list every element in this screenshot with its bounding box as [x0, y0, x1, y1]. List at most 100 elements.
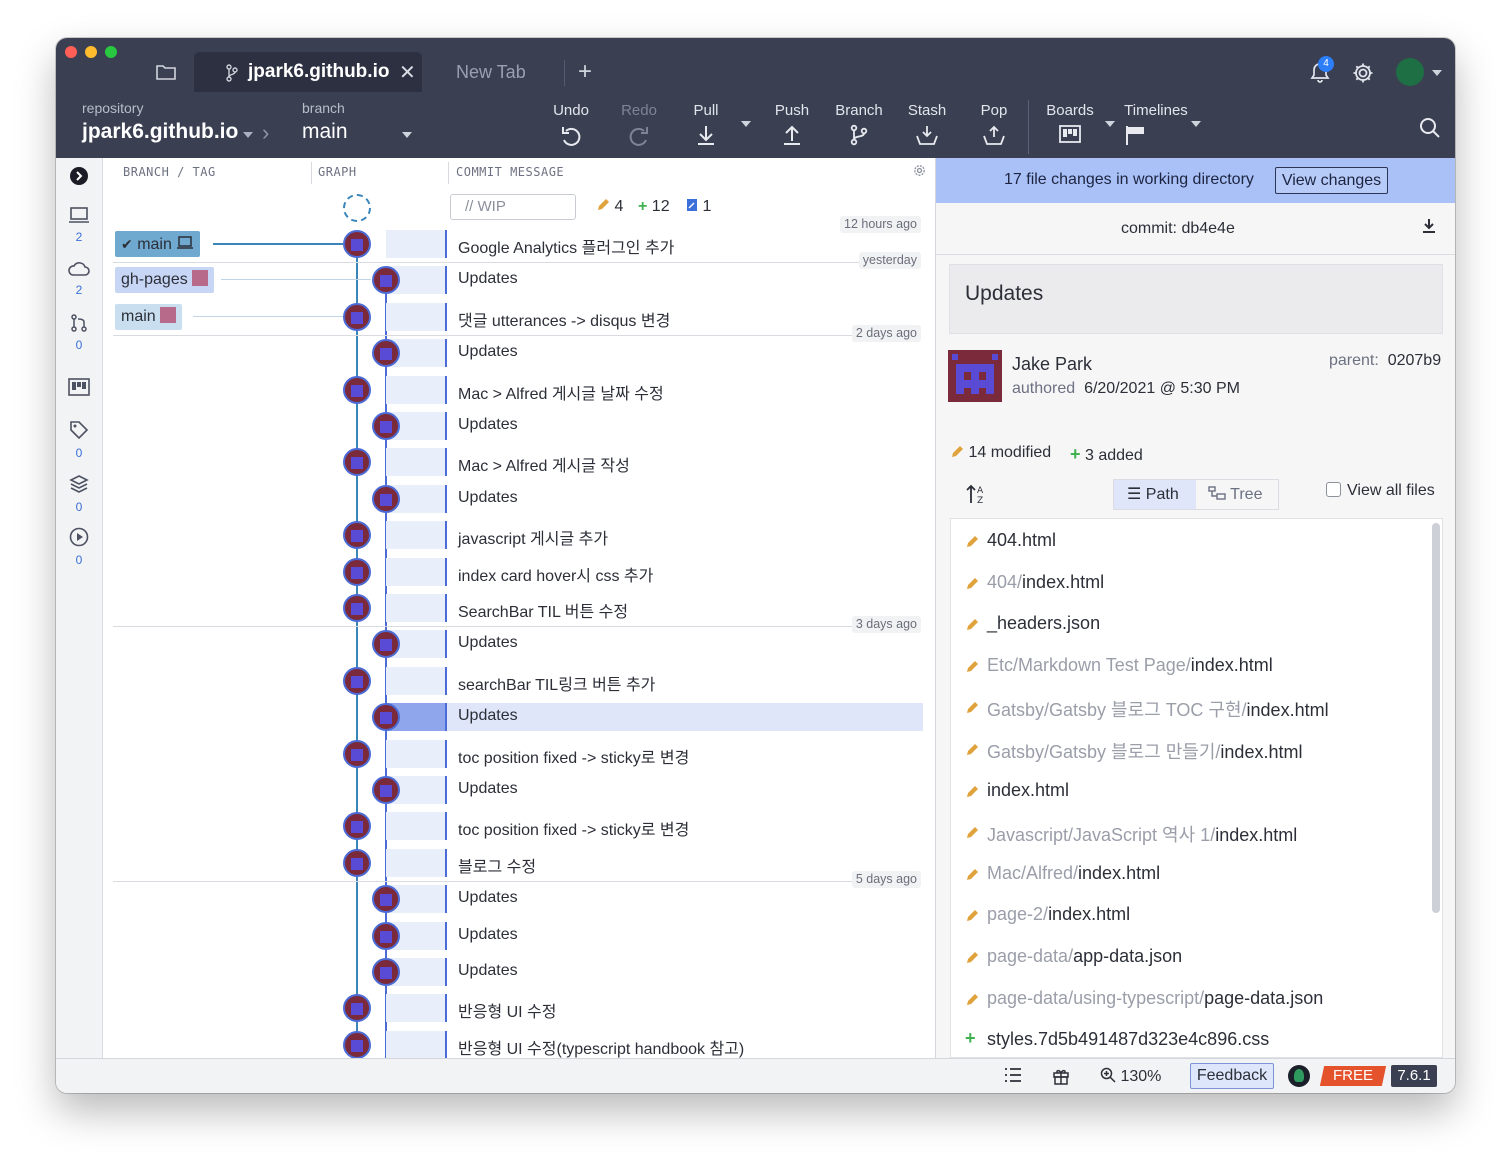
view-all-files-checkbox[interactable]: View all files: [1326, 482, 1435, 500]
commit-message[interactable]: Updates: [458, 962, 518, 980]
branch-selector[interactable]: main: [302, 120, 348, 144]
file-row[interactable]: 404/index.html: [951, 563, 1431, 605]
pull-button[interactable]: Pull: [678, 102, 734, 152]
commit-message[interactable]: index card hover시 css 추가: [458, 562, 653, 586]
commit-message[interactable]: Updates: [458, 270, 518, 288]
commit-node-avatar[interactable]: [343, 302, 371, 331]
branch-ref-main-local[interactable]: ✔ main: [115, 231, 201, 257]
commit-node-avatar[interactable]: [343, 994, 371, 1023]
commit-node-avatar[interactable]: [343, 594, 371, 622]
commit-message[interactable]: searchBar TIL링크 버튼 추가: [458, 671, 655, 695]
timelines-button[interactable]: Timelines: [1120, 102, 1192, 152]
branch-chevron-down-icon[interactable]: [402, 132, 412, 138]
column-header-commit-message[interactable]: COMMIT MESSAGE: [456, 158, 564, 186]
file-row[interactable]: Gatsby/Gatsby 블로그 TOC 구현/index.html: [951, 687, 1431, 729]
repository-selector[interactable]: jpark6.github.io: [82, 120, 238, 144]
path-view-button[interactable]: ☰ Path: [1114, 480, 1196, 509]
commit-message[interactable]: Updates: [458, 926, 518, 944]
commit-message[interactable]: Mac > Alfred 게시글 작성: [458, 452, 630, 476]
commit-message[interactable]: Google Analytics 플러그인 추가: [458, 234, 674, 258]
rail-actions[interactable]: 0: [56, 527, 102, 567]
redo-button[interactable]: Redo: [611, 102, 667, 152]
commit-message[interactable]: Updates: [458, 416, 518, 434]
tab-new[interactable]: New Tab: [456, 62, 526, 83]
commit-node-avatar[interactable]: [343, 739, 371, 768]
settings-gear-icon[interactable]: [1352, 62, 1374, 89]
rail-pull-requests[interactable]: 0: [56, 314, 102, 352]
boards-options-chevron-down-icon[interactable]: [1105, 121, 1115, 127]
zoom-window-button[interactable]: [105, 46, 117, 58]
commit-node-avatar[interactable]: [372, 921, 400, 950]
sort-az-icon[interactable]: AZ: [966, 483, 988, 510]
column-divider[interactable]: [311, 162, 312, 184]
commit-node-avatar[interactable]: [343, 848, 371, 877]
commit-node-avatar[interactable]: [372, 776, 400, 804]
rail-remotes[interactable]: 2: [56, 261, 102, 297]
file-row[interactable]: Etc/Markdown Test Page/index.html: [951, 646, 1431, 688]
branch-ref-main-remote[interactable]: main: [115, 303, 183, 330]
files-scrollbar[interactable]: [1432, 523, 1440, 913]
wip-node[interactable]: [343, 194, 371, 222]
file-row[interactable]: Javascript/JavaScript 역사 1/index.html: [951, 812, 1431, 854]
commit-message[interactable]: 블로그 수정: [458, 853, 536, 877]
file-row[interactable]: + styles.7d5b491487d323e4c896.css: [951, 1020, 1431, 1057]
profile-avatar[interactable]: [1396, 58, 1424, 86]
commit-message[interactable]: Updates: [458, 780, 518, 798]
branch-button[interactable]: Branch: [831, 102, 887, 152]
zoom-level[interactable]: 130%: [1100, 1067, 1161, 1086]
commit-node-avatar[interactable]: [372, 885, 400, 914]
commit-node-avatar[interactable]: [343, 557, 371, 586]
stash-button[interactable]: Stash: [899, 102, 955, 152]
commit-node-avatar[interactable]: [343, 1030, 371, 1058]
file-row[interactable]: 404.html: [951, 521, 1431, 563]
timelines-options-chevron-down-icon[interactable]: [1191, 121, 1201, 127]
close-tab-icon[interactable]: ✕: [399, 60, 416, 85]
file-row[interactable]: page-data/app-data.json: [951, 937, 1431, 979]
commit-message[interactable]: Mac > Alfred 게시글 날짜 수정: [458, 380, 664, 404]
file-row[interactable]: _headers.json: [951, 604, 1431, 646]
push-button[interactable]: Push: [764, 102, 820, 152]
open-repo-folder-icon[interactable]: [156, 64, 176, 80]
column-header-branch-tag[interactable]: BRANCH / TAG: [123, 158, 216, 186]
minimize-window-button[interactable]: [85, 46, 97, 58]
commit-node-avatar[interactable]: [343, 230, 371, 258]
file-row[interactable]: page-data/using-typescript/page-data.jso…: [951, 979, 1431, 1021]
commit-message[interactable]: 반응형 UI 수정: [458, 998, 557, 1022]
commit-node-avatar[interactable]: [343, 375, 371, 404]
tree-view-button[interactable]: Tree: [1196, 480, 1278, 509]
checkbox-box[interactable]: [1326, 482, 1341, 497]
pop-button[interactable]: Pop: [966, 102, 1022, 152]
gift-icon[interactable]: [1052, 1067, 1070, 1090]
toggle-left-panel-button[interactable]: [56, 166, 102, 191]
add-tab-icon[interactable]: +: [578, 58, 592, 86]
file-row[interactable]: Gatsby/Gatsby 블로그 만들기/index.html: [951, 729, 1431, 771]
commit-message[interactable]: Updates: [458, 889, 518, 907]
commit-message[interactable]: SearchBar TIL 버튼 수정: [458, 598, 628, 622]
wip-summary-input[interactable]: // WIP: [450, 194, 576, 220]
commit-message[interactable]: toc position fixed -> sticky로 변경: [458, 744, 689, 768]
file-row[interactable]: index.html: [951, 771, 1431, 813]
column-divider[interactable]: [448, 162, 449, 184]
commit-message[interactable]: toc position fixed -> sticky로 변경: [458, 816, 689, 840]
column-header-graph[interactable]: GRAPH: [318, 158, 357, 186]
parent-sha[interactable]: 0207b9: [1388, 352, 1441, 369]
boards-button[interactable]: Boards: [1042, 102, 1098, 152]
commit-node-avatar[interactable]: [372, 484, 400, 513]
commit-summary[interactable]: Updates: [949, 264, 1443, 334]
activity-log-icon[interactable]: [1004, 1067, 1022, 1088]
rail-tags[interactable]: 0: [56, 420, 102, 460]
commit-message[interactable]: 반응형 UI 수정(typescript handbook 참고): [458, 1035, 744, 1058]
commit-message[interactable]: Updates: [458, 343, 518, 361]
undo-button[interactable]: Undo: [543, 102, 599, 152]
search-icon[interactable]: [1418, 116, 1442, 145]
download-icon[interactable]: [1421, 218, 1437, 239]
plan-badge[interactable]: FREE: [1319, 1066, 1387, 1086]
commit-node-avatar[interactable]: [372, 339, 400, 368]
commit-node-avatar[interactable]: [372, 703, 400, 732]
commit-node-avatar[interactable]: [372, 412, 400, 440]
commit-node-avatar[interactable]: [343, 666, 371, 695]
file-row[interactable]: page-2/index.html: [951, 895, 1431, 937]
profile-menu-chevron-icon[interactable]: [1432, 70, 1442, 76]
rail-stashes[interactable]: 0: [56, 474, 102, 514]
feedback-button[interactable]: Feedback: [1190, 1063, 1274, 1089]
